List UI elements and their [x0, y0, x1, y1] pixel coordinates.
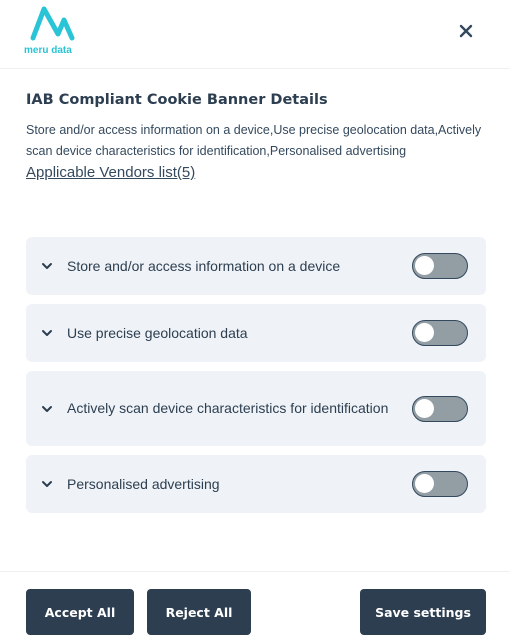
toggle-knob	[415, 398, 434, 418]
purpose-label: Personalised advertising	[67, 475, 220, 492]
chevron-down-icon	[42, 481, 52, 487]
purpose-item[interactable]: Actively scan device characteristics for…	[26, 371, 486, 446]
save-settings-button[interactable]: Save settings	[360, 589, 486, 635]
chevron-down-icon	[42, 330, 52, 336]
logo: meru data	[24, 4, 84, 56]
reject-all-button[interactable]: Reject All	[147, 589, 251, 635]
toggle-knob	[415, 474, 434, 493]
chevron-down-icon	[42, 263, 52, 269]
purpose-label: Store and/or access information on a dev…	[67, 257, 341, 274]
purpose-label: Actively scan device characteristics for…	[67, 400, 389, 416]
purpose-toggle[interactable]	[412, 471, 468, 497]
purpose-toggle[interactable]	[412, 395, 468, 422]
mountain-logo-icon	[30, 6, 75, 41]
chevron-down-icon	[42, 405, 52, 412]
purpose-toggle[interactable]	[412, 320, 468, 346]
vendors-list-link[interactable]: Applicable Vendors list(5)	[26, 162, 195, 184]
purpose-toggle[interactable]	[412, 253, 468, 279]
footer: Accept All Reject All Save settings	[0, 571, 510, 644]
details-section: IAB Compliant Cookie Banner Details Stor…	[26, 88, 486, 184]
section-title: IAB Compliant Cookie Banner Details	[26, 92, 328, 108]
close-button[interactable]	[455, 20, 477, 42]
purpose-item[interactable]: Use precise geolocation data	[26, 304, 486, 362]
purpose-item[interactable]: Store and/or access information on a dev…	[26, 237, 486, 295]
header: meru data	[0, 0, 510, 69]
purpose-item[interactable]: Personalised advertising	[26, 455, 486, 513]
purposes-list: Store and/or access information on a dev…	[26, 237, 486, 522]
toggle-knob	[415, 323, 434, 342]
accept-all-button[interactable]: Accept All	[26, 589, 134, 635]
logo-text: meru data	[24, 45, 72, 56]
toggle-knob	[415, 256, 434, 275]
purposes-description: Store and/or access information on a dev…	[26, 123, 482, 158]
purpose-label: Use precise geolocation data	[67, 324, 248, 341]
close-icon	[459, 24, 473, 38]
